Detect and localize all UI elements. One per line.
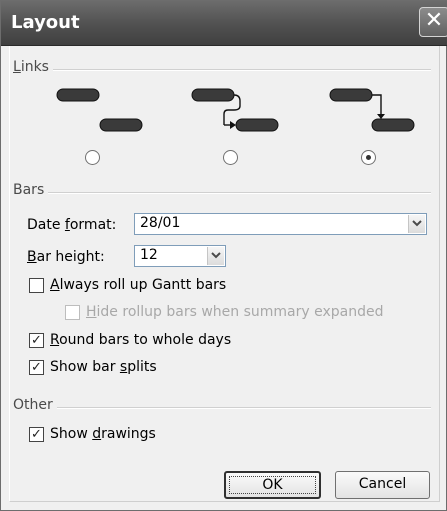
checkmark-icon: ✓ — [31, 360, 42, 375]
date-format-label: Date format: — [27, 217, 117, 233]
link-style-step-icon — [329, 88, 415, 132]
bar-height-value: 12 — [140, 247, 158, 263]
show-drawings-checkbox[interactable]: ✓ — [29, 427, 44, 442]
checkmark-icon: ✓ — [31, 427, 42, 442]
title-bar[interactable]: Layout ✕ — [1, 1, 447, 46]
dialog-body: Links Bars Date format: 28/01 Bar height… — [9, 46, 440, 502]
checkmark-icon: ✓ — [31, 333, 42, 348]
date-format-value: 28/01 — [140, 215, 181, 231]
round-bars-label[interactable]: Round bars to whole days — [50, 332, 231, 348]
chevron-down-icon[interactable] — [207, 247, 224, 265]
bar-height-label: Bar height: — [27, 249, 105, 265]
always-roll-up-checkbox[interactable] — [29, 278, 44, 293]
link-style-curved-radio[interactable] — [223, 150, 238, 165]
radio-selected-dot — [366, 155, 371, 160]
chevron-down-icon[interactable] — [408, 215, 425, 233]
hide-rollup-checkbox[interactable] — [65, 305, 80, 320]
dialog-title: Layout — [11, 12, 80, 33]
show-bar-splits-checkbox[interactable]: ✓ — [29, 360, 44, 375]
close-icon: ✕ — [424, 8, 444, 33]
links-group-label: Links — [13, 59, 53, 75]
hide-rollup-label: Hide rollup bars when summary expanded — [86, 304, 384, 320]
show-bar-splits-label[interactable]: Show bar splits — [50, 359, 157, 375]
always-roll-up-label[interactable]: Always roll up Gantt bars — [50, 277, 226, 293]
link-style-none-radio[interactable] — [85, 150, 100, 165]
layout-dialog: Layout ✕ Links Bars Date format: 28/01 B… — [0, 0, 447, 511]
other-group-label: Other — [13, 397, 57, 413]
show-drawings-label[interactable]: Show drawings — [50, 426, 156, 442]
date-format-select[interactable]: 28/01 — [134, 213, 427, 235]
link-style-none-icon — [56, 88, 143, 132]
link-style-step-radio[interactable] — [361, 150, 376, 165]
close-button[interactable]: ✕ — [419, 7, 447, 37]
other-group-divider — [17, 407, 431, 409]
ok-button[interactable]: OK — [224, 471, 321, 499]
bar-height-select[interactable]: 12 — [134, 245, 226, 267]
round-bars-checkbox[interactable]: ✓ — [29, 333, 44, 348]
cancel-button[interactable]: Cancel — [335, 471, 430, 499]
link-style-curved-icon — [191, 88, 279, 132]
bars-group-divider — [17, 192, 431, 194]
links-group-divider — [17, 69, 431, 71]
bars-group-label: Bars — [13, 182, 49, 198]
